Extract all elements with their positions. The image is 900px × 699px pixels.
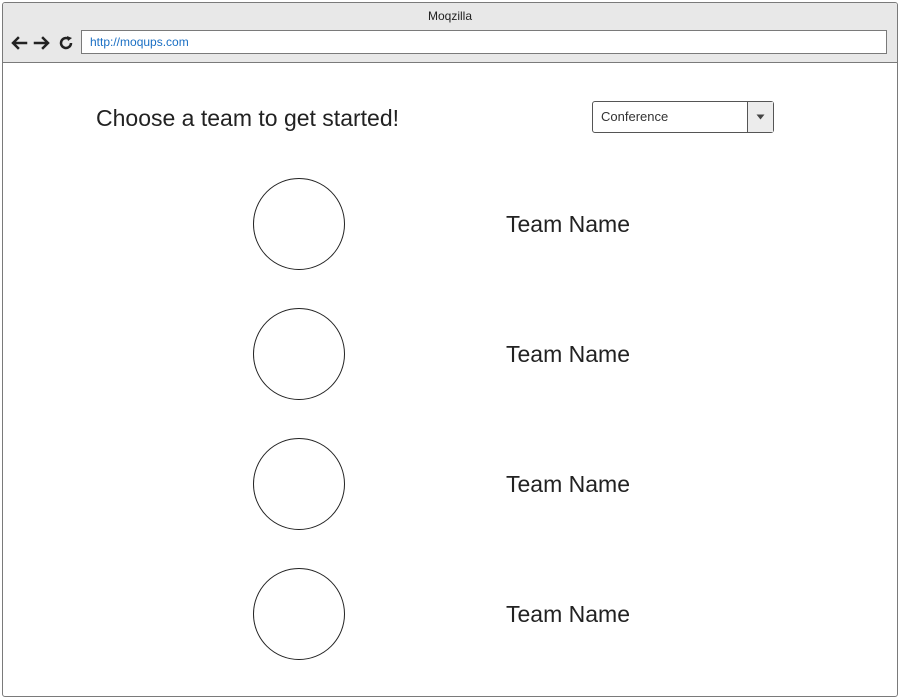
address-bar[interactable]: http://moqups.com [81,30,887,54]
conference-select-value: Conference [601,109,669,124]
reload-button[interactable] [56,33,76,53]
team-row[interactable]: Team Name [3,178,897,270]
page-content: Choose a team to get started! Conference… [3,63,897,696]
team-logo[interactable] [253,308,345,400]
browser-window: Moqzilla http://moqups.com Choose a team… [2,2,898,697]
arrow-left-icon [11,36,28,50]
conference-select[interactable]: Conference [592,101,774,133]
forward-button[interactable] [32,33,52,53]
team-name[interactable]: Team Name [506,601,630,628]
team-name[interactable]: Team Name [506,341,630,368]
caret-down-icon [756,114,765,120]
page-title: Choose a team to get started! [96,105,400,131]
team-name[interactable]: Team Name [506,471,630,498]
team-logo[interactable] [253,438,345,530]
select-arrow-button[interactable] [747,102,773,132]
team-name[interactable]: Team Name [506,211,630,238]
reload-icon [59,36,73,50]
team-row[interactable]: Team Name [3,308,897,400]
team-row[interactable]: Team Name [3,438,897,530]
browser-chrome: Moqzilla http://moqups.com [3,3,897,63]
arrow-right-icon [33,36,50,50]
team-logo[interactable] [253,178,345,270]
window-title: Moqzilla [427,9,472,23]
team-logo[interactable] [253,568,345,660]
team-row[interactable]: Team Name [3,568,897,660]
back-button[interactable] [9,33,29,53]
